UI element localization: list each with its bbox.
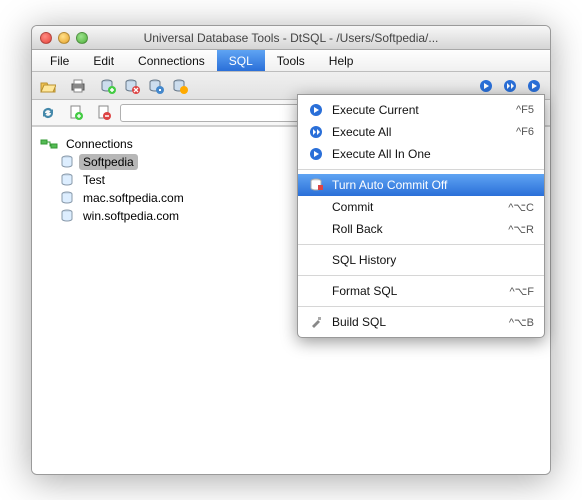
menu-execute-current[interactable]: Execute Current ^F5	[298, 99, 544, 121]
window-title: Universal Database Tools - DtSQL - /User…	[32, 31, 550, 45]
database-icon	[60, 209, 75, 223]
tree-item-label: Test	[79, 172, 109, 188]
menu-item-label: Format SQL	[332, 284, 501, 298]
menu-item-accel: ^⌥C	[508, 201, 534, 214]
menu-item-accel: ^⌥B	[509, 316, 534, 329]
window-zoom-button[interactable]	[76, 32, 88, 44]
commit-icon	[308, 199, 324, 215]
menu-sql[interactable]: SQL	[217, 50, 265, 71]
menu-tools[interactable]: Tools	[265, 50, 317, 71]
window-minimize-button[interactable]	[58, 32, 70, 44]
print-icon[interactable]	[66, 75, 90, 97]
menu-item-label: Execute All	[332, 125, 508, 139]
open-icon[interactable]	[36, 75, 60, 97]
format-icon	[308, 283, 324, 299]
menu-sql-history[interactable]: SQL History	[298, 249, 544, 271]
tree-item-label: win.softpedia.com	[79, 208, 183, 224]
history-icon	[308, 252, 324, 268]
menu-item-label: SQL History	[332, 253, 526, 267]
db-remove-icon[interactable]	[120, 75, 144, 97]
db-add-icon[interactable]	[96, 75, 120, 97]
menu-execute-all[interactable]: Execute All ^F6	[298, 121, 544, 143]
build-icon	[308, 314, 324, 330]
menu-item-accel: ^F6	[516, 126, 534, 138]
connections-icon	[40, 137, 58, 151]
menu-item-label: Roll Back	[332, 222, 500, 236]
menu-execute-allinone[interactable]: Execute All In One	[298, 143, 544, 165]
menu-item-label: Execute All In One	[332, 147, 526, 161]
menubar: File Edit Connections SQL Tools Help	[32, 50, 550, 72]
db-commit-icon	[308, 177, 324, 193]
db-dup-icon[interactable]	[168, 75, 192, 97]
menu-item-label: Build SQL	[332, 315, 501, 329]
sql-menu-dropdown: Execute Current ^F5 Execute All ^F6 Exec…	[297, 94, 545, 338]
tree-item-label: Softpedia	[79, 154, 138, 170]
menu-separator	[298, 275, 544, 276]
new-doc-icon[interactable]	[64, 102, 88, 124]
menu-edit[interactable]: Edit	[81, 50, 126, 71]
menu-commit[interactable]: Commit ^⌥C	[298, 196, 544, 218]
database-icon	[60, 191, 75, 205]
menu-rollback[interactable]: Roll Back ^⌥R	[298, 218, 544, 240]
menu-item-label: Commit	[332, 200, 500, 214]
menu-file[interactable]: File	[38, 50, 81, 71]
menu-item-accel: ^⌥F	[509, 285, 534, 298]
database-icon	[60, 155, 75, 169]
refresh-icon[interactable]	[36, 102, 60, 124]
menu-item-label: Turn Auto Commit Off	[332, 178, 526, 192]
play-icon	[308, 102, 324, 118]
menu-format-sql[interactable]: Format SQL ^⌥F	[298, 280, 544, 302]
menu-auto-commit[interactable]: Turn Auto Commit Off	[298, 174, 544, 196]
menu-item-label: Execute Current	[332, 103, 508, 117]
menu-build-sql[interactable]: Build SQL ^⌥B	[298, 311, 544, 333]
rollback-icon	[308, 221, 324, 237]
play-one-icon	[308, 146, 324, 162]
play-all-icon	[308, 124, 324, 140]
menu-separator	[298, 244, 544, 245]
menu-item-accel: ^⌥R	[508, 223, 534, 236]
menu-help[interactable]: Help	[317, 50, 366, 71]
menu-separator	[298, 169, 544, 170]
menu-connections[interactable]: Connections	[126, 50, 217, 71]
tree-root-label: Connections	[62, 136, 137, 152]
menu-separator	[298, 306, 544, 307]
menu-item-accel: ^F5	[516, 104, 534, 116]
database-icon	[60, 173, 75, 187]
tree-item-label: mac.softpedia.com	[79, 190, 188, 206]
db-edit-icon[interactable]	[144, 75, 168, 97]
window-close-button[interactable]	[40, 32, 52, 44]
titlebar: Universal Database Tools - DtSQL - /User…	[32, 26, 550, 50]
del-doc-icon[interactable]	[92, 102, 116, 124]
